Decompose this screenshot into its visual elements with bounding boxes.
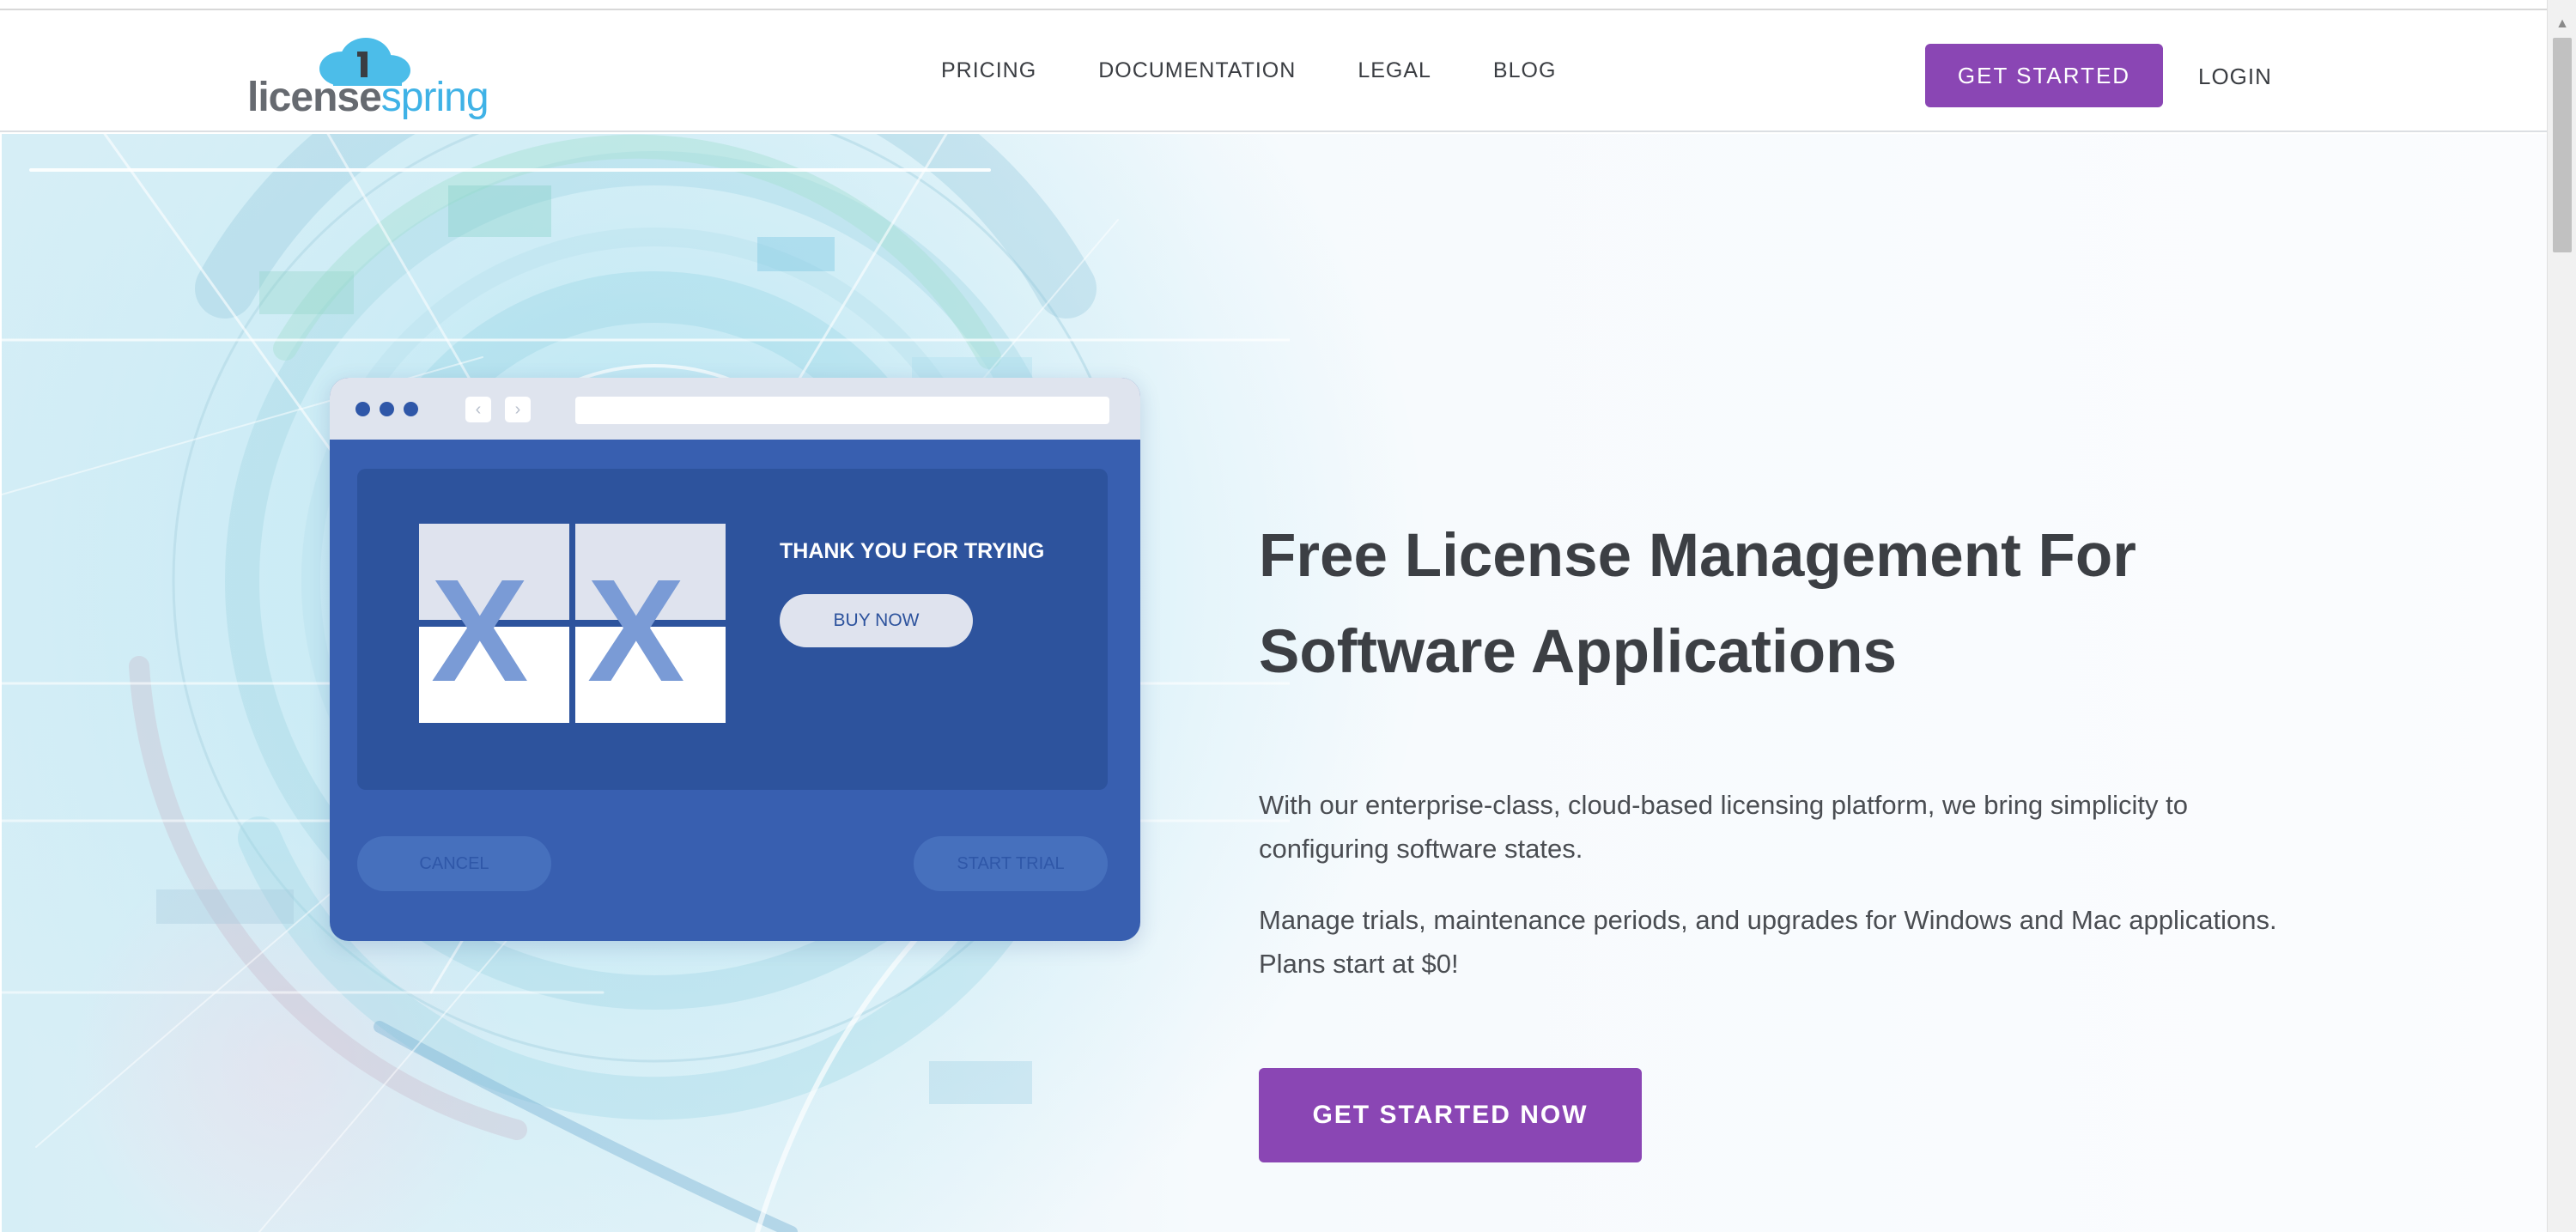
hero-paragraph-1: With our enterprise-class, cloud-based l… bbox=[1259, 790, 2188, 864]
site-header: licensespring PRICING DOCUMENTATION LEGA… bbox=[0, 12, 2547, 132]
main-nav: PRICING DOCUMENTATION LEGAL BLOG bbox=[941, 58, 1556, 83]
hero-title-line-1: Free License Management For bbox=[1259, 522, 2136, 590]
hero-title: Free License Management For Software App… bbox=[1259, 508, 2289, 701]
page: licensespring PRICING DOCUMENTATION LEGA… bbox=[0, 0, 2576, 1232]
mockup-thanks-text: THANK YOU FOR TRYING bbox=[780, 539, 1045, 563]
page-scrollbar[interactable]: ▲ bbox=[2547, 0, 2576, 1232]
logo-text-license: license bbox=[247, 75, 382, 120]
mockup-cancel-button: CANCEL bbox=[357, 836, 551, 891]
mockup-start-trial-button: START TRIAL bbox=[914, 836, 1108, 891]
x-mark-icon: X bbox=[587, 549, 685, 713]
mockup-title-bar: ‹ › bbox=[330, 378, 1140, 440]
chevron-left-icon: ‹ bbox=[465, 397, 491, 422]
mockup-url-bar bbox=[575, 397, 1109, 424]
scrollbar-thumb[interactable] bbox=[2553, 38, 2572, 252]
licensespring-logo[interactable]: licensespring bbox=[247, 36, 489, 122]
get-started-now-button[interactable]: GET STARTED NOW bbox=[1259, 1068, 1642, 1162]
logo-wordmark: licensespring bbox=[247, 74, 489, 121]
logo-text-spring: spring bbox=[380, 75, 489, 120]
license-dialog-mockup: ‹ › X X THANK YOU FOR TRYING BUY NOW CAN… bbox=[330, 378, 1140, 941]
nav-blog[interactable]: BLOG bbox=[1493, 58, 1556, 83]
chevron-right-icon: › bbox=[505, 397, 531, 422]
mockup-content-panel: X X THANK YOU FOR TRYING BUY NOW bbox=[357, 469, 1108, 790]
x-mark-icon: X bbox=[431, 549, 529, 713]
window-dot bbox=[355, 402, 370, 416]
browser-top-strip bbox=[0, 0, 2547, 10]
hero-section: ‹ › X X THANK YOU FOR TRYING BUY NOW CAN… bbox=[2, 134, 2547, 1232]
window-dot bbox=[404, 402, 418, 416]
nav-documentation[interactable]: DOCUMENTATION bbox=[1098, 58, 1296, 83]
login-link[interactable]: LOGIN bbox=[2198, 64, 2272, 90]
hero-title-line-2: Software Applications bbox=[1259, 618, 1897, 686]
hero-paragraph-2: Manage trials, maintenance periods, and … bbox=[1259, 905, 2277, 979]
get-started-button[interactable]: GET STARTED bbox=[1925, 44, 2163, 107]
scroll-up-arrow-icon[interactable]: ▲ bbox=[2548, 12, 2576, 36]
mockup-buy-now-button: BUY NOW bbox=[780, 594, 973, 647]
nav-pricing[interactable]: PRICING bbox=[941, 58, 1036, 83]
window-dot bbox=[380, 402, 394, 416]
nav-legal[interactable]: LEGAL bbox=[1358, 58, 1431, 83]
